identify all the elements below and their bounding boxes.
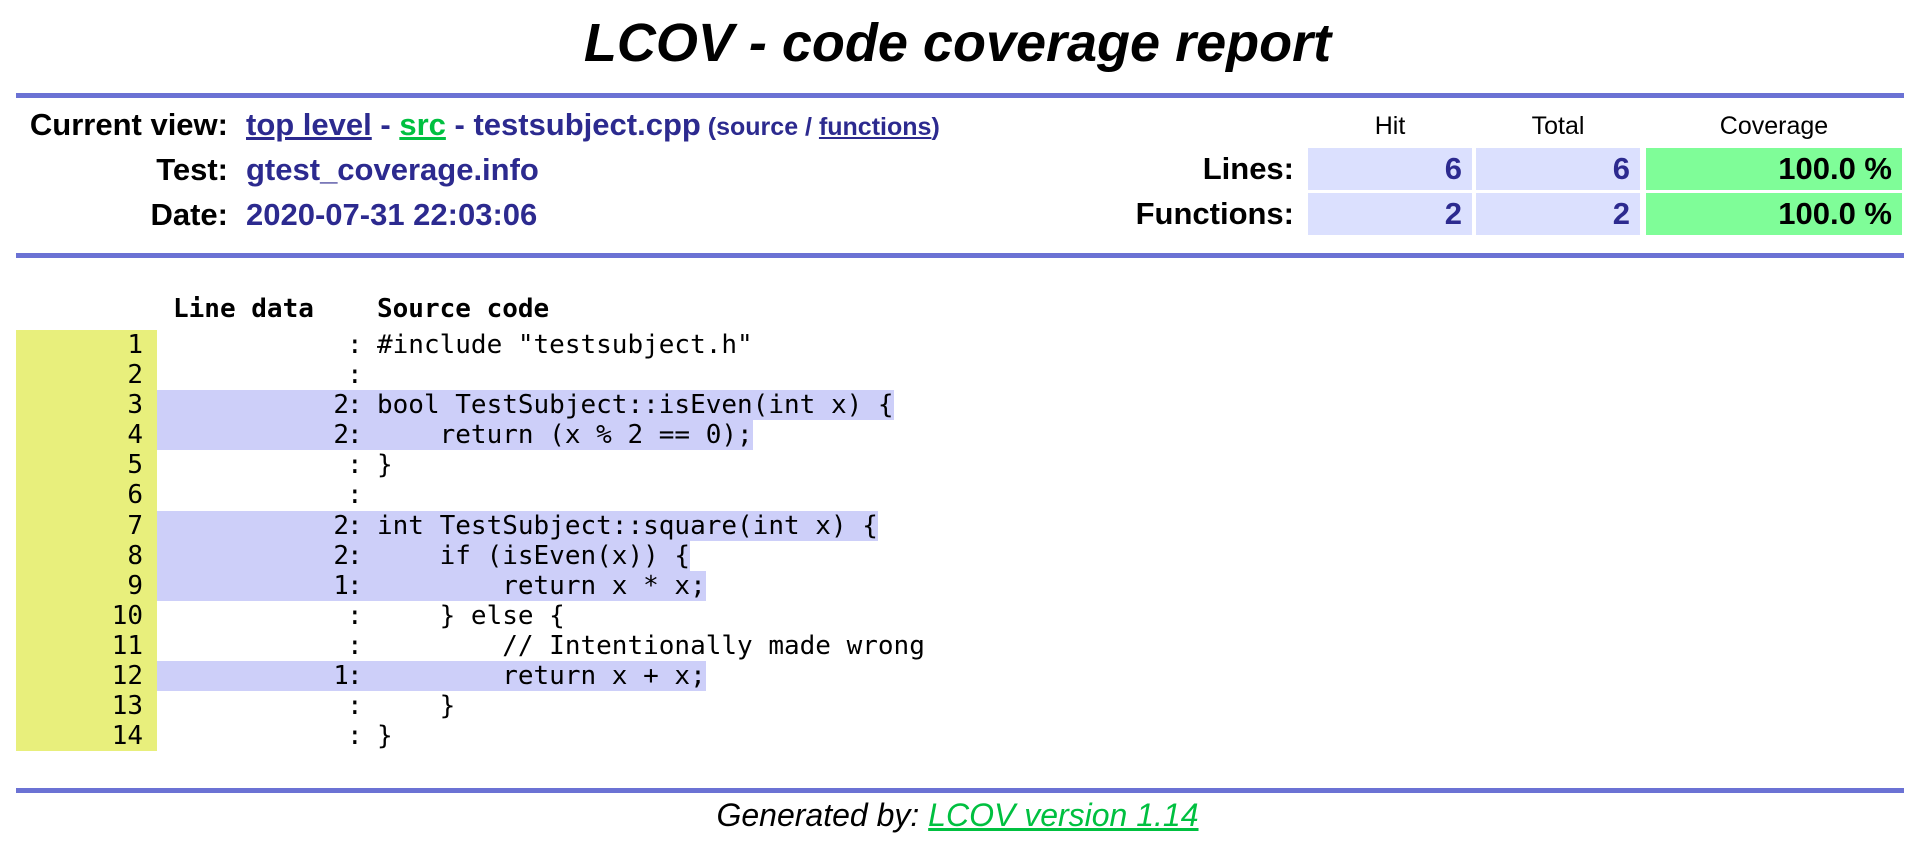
date-value: 2020-07-31 22:03:06: [246, 197, 538, 232]
source-code-text: return x + x;: [377, 661, 706, 692]
view-switch-close-paren: ): [931, 113, 940, 141]
footer-divider: [16, 788, 1904, 793]
line-separator: :: [347, 420, 377, 451]
line-separator: :: [347, 661, 377, 692]
breadcrumb-current-file: testsubject.cpp: [473, 107, 701, 142]
source-code-text: // Intentionally made wrong: [377, 630, 925, 661]
view-switch-open-paren: (: [700, 113, 717, 141]
line-number: 8: [16, 540, 157, 571]
source-code-text: if (isEven(x)) {: [377, 540, 691, 571]
hit-count: 2: [157, 390, 355, 421]
line-number: 2: [16, 360, 157, 391]
source-code-text: int TestSubject::square(int x) {: [377, 510, 878, 541]
line-number: 4: [16, 420, 157, 451]
total-column-header: Total: [1531, 112, 1585, 140]
breadcrumb-separator: -: [445, 107, 474, 142]
line-separator: :: [347, 330, 363, 360]
line-number: 6: [16, 480, 157, 511]
source-view-label: source: [716, 113, 799, 141]
line-separator: :: [347, 450, 363, 481]
page-title: LCOV - code coverage report: [583, 13, 1332, 73]
functions-total-value: 2: [1476, 193, 1640, 235]
line-separator: :: [347, 600, 363, 631]
source-code-text: #include "testsubject.h": [377, 330, 753, 360]
test-value: gtest_coverage.info: [246, 152, 539, 187]
coverage-column-header: Coverage: [1719, 112, 1829, 140]
line-number: 3: [16, 390, 157, 421]
line-number: 1: [16, 330, 157, 361]
source-code-text: return (x % 2 == 0);: [377, 420, 753, 451]
line-number: 11: [16, 630, 157, 662]
source-code-text: } else {: [377, 600, 565, 631]
hit-count: 1: [157, 570, 355, 601]
hit-count: 1: [157, 661, 355, 692]
source-code-header: Source code: [377, 294, 550, 324]
view-switch-slash: /: [798, 113, 819, 141]
line-separator: :: [347, 390, 377, 421]
source-code-text: }: [377, 691, 456, 722]
source-code-text: }: [377, 721, 393, 752]
source-code-text: }: [377, 450, 393, 481]
footer: Generated by: LCOV version 1.14: [0, 795, 1915, 835]
breadcrumb-separator: -: [371, 107, 400, 142]
functions-view-link[interactable]: functions: [819, 113, 932, 141]
line-separator: :: [347, 510, 377, 541]
generated-by-text: Generated by:: [716, 797, 929, 833]
breadcrumb-top-level-link[interactable]: top level: [246, 107, 372, 142]
line-separator: :: [347, 570, 377, 601]
line-number: 14: [16, 721, 157, 752]
line-separator: :: [347, 480, 363, 511]
hit-count: 2: [157, 540, 355, 571]
lines-total-value: 6: [1476, 148, 1640, 190]
line-data-header: Line data: [173, 294, 314, 324]
line-separator: :: [347, 721, 363, 752]
lines-hit-value: 6: [1308, 148, 1472, 190]
line-separator: :: [347, 360, 363, 391]
line-number: 7: [16, 510, 157, 541]
breadcrumb-src-link[interactable]: src: [399, 107, 446, 142]
test-label: Test:: [156, 152, 228, 187]
hit-count: 2: [157, 420, 355, 451]
top-divider: [16, 93, 1904, 98]
hit-count: 2: [157, 510, 355, 541]
line-number: 13: [16, 691, 157, 722]
current-view-label: Current view:: [29, 107, 228, 142]
hit-column-header: Hit: [1374, 112, 1406, 140]
line-separator: :: [347, 540, 377, 571]
lines-coverage-value: 100.0 %: [1646, 148, 1902, 190]
functions-coverage-value: 100.0 %: [1646, 193, 1902, 235]
line-separator: :: [347, 630, 363, 661]
line-number: 12: [16, 661, 157, 692]
lines-label: Lines:: [1202, 151, 1294, 186]
lcov-version-link[interactable]: LCOV version 1.14: [928, 797, 1198, 833]
source-code-text: return x * x;: [377, 570, 706, 601]
breadcrumb: top level - src - testsubject.cpp (sourc…: [246, 105, 940, 147]
line-separator: :: [347, 691, 363, 722]
line-number: 5: [16, 450, 157, 481]
functions-label: Functions:: [1135, 196, 1294, 231]
date-label: Date:: [150, 197, 228, 232]
line-number: 10: [16, 600, 157, 631]
header-bottom-divider: [16, 253, 1904, 258]
line-number: 9: [16, 570, 157, 601]
functions-hit-value: 2: [1308, 193, 1472, 235]
source-code-text: bool TestSubject::isEven(int x) {: [377, 390, 894, 421]
